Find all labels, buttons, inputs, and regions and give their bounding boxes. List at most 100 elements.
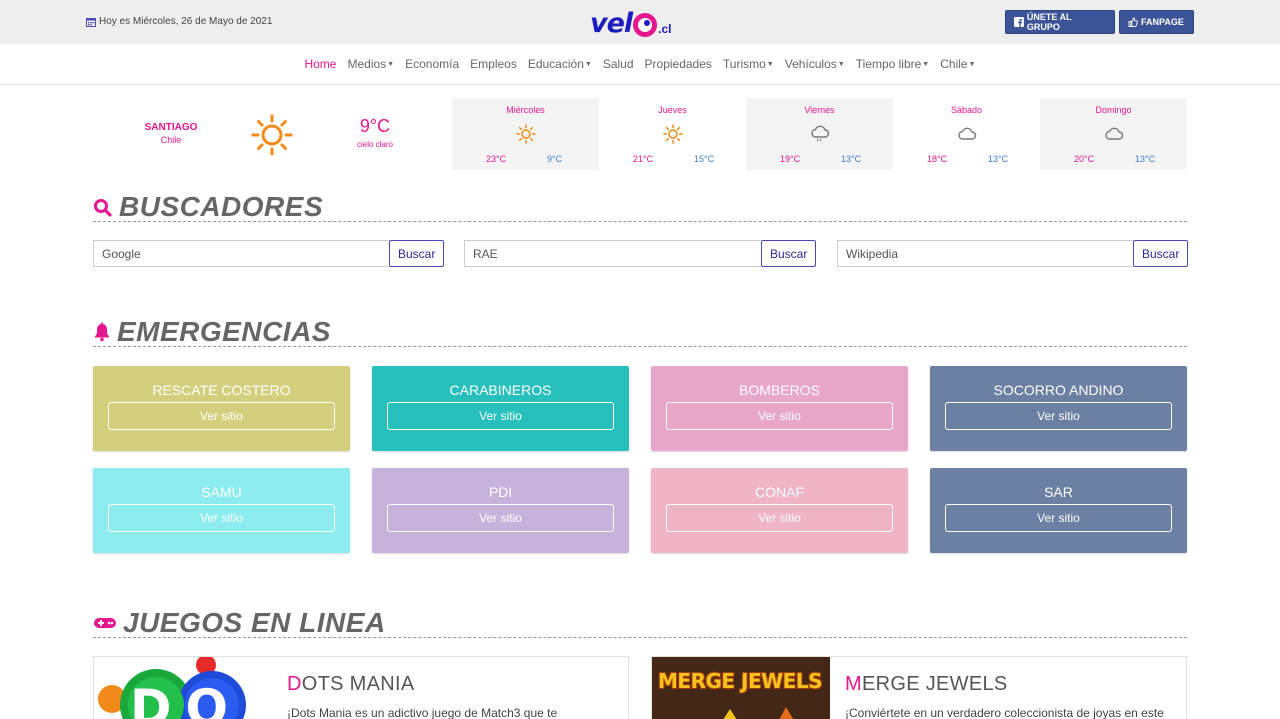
sar-visit-button[interactable]: Ver sitio (945, 504, 1172, 532)
fanpage-label: FANPAGE (1141, 17, 1184, 27)
emergency-card-samu: SAMU Ver sitio (93, 468, 350, 553)
game-card-dots-mania[interactable]: DO DOTS MANIA ¡Dots Mania es un adictivo… (93, 656, 629, 719)
merge-jewels-title[interactable]: MERGE JEWELS (845, 673, 1008, 696)
emergencias-title: EMERGENCIAS (117, 315, 331, 347)
forecast-day: Jueves 21°C 15°C (599, 98, 746, 170)
nav-item-label: Educación (527, 57, 584, 71)
emergency-card-socorro-andino: SOCORRO ANDINO Ver sitio (930, 366, 1187, 451)
search-icon (94, 198, 112, 217)
facebook-icon (1014, 17, 1024, 27)
rae-search: Buscar (464, 240, 817, 267)
nav-item-label: Salud (602, 57, 634, 71)
nav-item-label: Propiedades (644, 57, 712, 71)
rae-search-input[interactable] (464, 240, 761, 267)
forecast-day: Sábado 18°C 13°C (893, 98, 1040, 170)
socorro-andino-visit-button[interactable]: Ver sitio (945, 402, 1172, 430)
rae-search-button[interactable]: Buscar (761, 240, 817, 267)
google-search-input[interactable] (93, 240, 389, 267)
forecast-day-name: Domingo (1095, 105, 1132, 115)
buscadores-title: BUSCADORES (119, 190, 324, 222)
join-group-label: ÚNETE AL GRUPO (1026, 12, 1072, 32)
forecast-day: Domingo 20°C 13°C (1040, 98, 1187, 170)
dots-mania-thumbnail: DO (94, 657, 272, 719)
caret-down-icon: ▼ (837, 61, 845, 68)
forecast-day: Miércoles 23°C 9°C (452, 98, 599, 170)
nav-item-turismo[interactable]: Turismo▼ (717, 57, 779, 71)
emergency-card-pdi: PDI Ver sitio (372, 468, 629, 553)
date-text: Hoy es Miércoles, 26 de Mayo de 2021 (99, 16, 273, 27)
emergency-card-title: SAMU (201, 484, 242, 500)
sun-icon (251, 114, 293, 156)
merge-jewels-title-rest: ERGE JEWELS (861, 673, 1008, 695)
emergency-card-title: RESCATE COSTERO (152, 382, 291, 398)
nav-item-vehículos[interactable]: Vehículos▼ (779, 57, 850, 71)
dots-mania-logo: DO (130, 679, 243, 719)
nav-item-tiempo-libre[interactable]: Tiempo libre▼ (850, 57, 935, 71)
current-temp: 9°C (359, 116, 391, 136)
nav-item-empleos[interactable]: Empleos (465, 57, 523, 71)
weather-current: 9°C cielo claro (343, 116, 407, 149)
nav-item-label: Home (304, 57, 337, 71)
pdi-visit-button[interactable]: Ver sitio (387, 504, 614, 532)
nav-item-label: Medios (347, 57, 387, 71)
forecast-high: 20°C (1074, 154, 1095, 164)
wikipedia-search-button[interactable]: Buscar (1133, 240, 1189, 267)
nav-item-label: Chile (940, 57, 968, 71)
carabineros-visit-button[interactable]: Ver sitio (387, 402, 614, 430)
wikipedia-search-input[interactable] (837, 240, 1133, 267)
nav-item-economía[interactable]: Economía (400, 57, 465, 71)
conaf-visit-button[interactable]: Ver sitio (666, 504, 893, 532)
forecast-low: 13°C (1135, 154, 1156, 164)
samu-visit-button[interactable]: Ver sitio (108, 504, 335, 532)
google-search-button[interactable]: Buscar (389, 240, 445, 267)
weather-location: SANTIAGO Chile (143, 122, 199, 145)
forecast-low: 13°C (841, 154, 862, 164)
forecast-day-name: Sábado (950, 105, 983, 115)
sun-icon (516, 124, 536, 144)
forecast-day-name: Miércoles (506, 105, 545, 115)
cloud-icon (1104, 124, 1124, 144)
nav-item-salud[interactable]: Salud (597, 57, 639, 71)
current-date: Hoy es Miércoles, 26 de Mayo de 2021 (86, 16, 272, 27)
nav-item-label: Empleos (470, 57, 517, 71)
top-bar: Hoy es Miércoles, 26 de Mayo de 2021 vel… (0, 0, 1280, 44)
emergency-card-title: CARABINEROS (449, 382, 552, 398)
dots-mania-title[interactable]: DOTS MANIA (287, 673, 414, 696)
logo-eye-icon (633, 12, 658, 37)
logo-word: vel (590, 7, 633, 39)
nav-item-chile[interactable]: Chile▼ (935, 57, 981, 71)
join-group-button[interactable]: ÚNETE AL GRUPO (1005, 10, 1115, 34)
nav-item-home[interactable]: Home (299, 57, 342, 71)
forecast-low: 13°C (988, 154, 1009, 164)
google-search: Buscar (93, 240, 445, 267)
nav-item-propiedades[interactable]: Propiedades (639, 57, 717, 71)
logo-suffix: .cl (658, 22, 672, 36)
nav-item-label: Turismo (722, 57, 766, 71)
rescate-costero-visit-button[interactable]: Ver sitio (108, 402, 335, 430)
emergency-card-title: SAR (1044, 484, 1073, 500)
forecast-high: 18°C (927, 154, 948, 164)
forecast-low: 9°C (547, 154, 563, 164)
forecast-low: 15°C (694, 154, 715, 164)
caret-down-icon: ▼ (922, 61, 930, 68)
emergencias-heading: EMERGENCIAS (93, 315, 1187, 347)
weather-description: cielo claro (356, 140, 393, 149)
emergency-card-conaf: CONAF Ver sitio (651, 468, 908, 553)
cloud-icon (957, 124, 977, 144)
nav-item-educación[interactable]: Educación▼ (522, 57, 597, 71)
site-logo[interactable]: vel .cl (590, 6, 672, 40)
forecast-high: 19°C (780, 154, 801, 164)
emergency-card-title: BOMBEROS (739, 382, 820, 398)
rain-cloud-icon (810, 124, 830, 144)
game-card-merge-jewels[interactable]: MERGE JEWELS MERGE JEWELS ¡Conviértete e… (651, 656, 1187, 719)
juegos-title: JUEGOS EN LINEA (123, 606, 386, 638)
emergency-card-bomberos: BOMBEROS Ver sitio (651, 366, 908, 451)
bomberos-visit-button[interactable]: Ver sitio (666, 402, 893, 430)
emergency-card-rescate-costero: RESCATE COSTERO Ver sitio (93, 366, 350, 451)
nav-item-label: Vehículos (784, 57, 837, 71)
emergency-card-title: SOCORRO ANDINO (993, 382, 1124, 398)
fanpage-button[interactable]: FANPAGE (1119, 10, 1194, 34)
caret-down-icon: ▼ (584, 61, 592, 68)
nav-item-medios[interactable]: Medios▼ (342, 57, 400, 71)
merge-jewels-logo: MERGE JEWELS (658, 669, 822, 693)
